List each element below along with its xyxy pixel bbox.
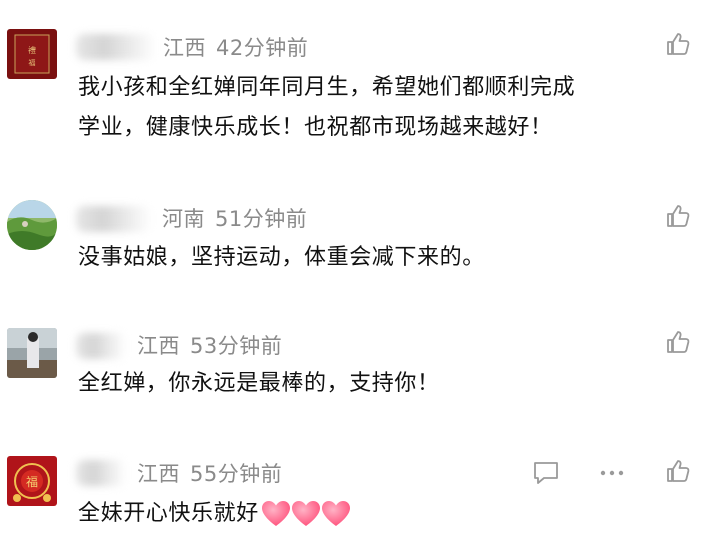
blurred-username — [76, 333, 126, 359]
blurred-username — [76, 206, 152, 232]
svg-text:禮: 禮 — [28, 45, 36, 55]
blurred-username — [76, 34, 156, 60]
comment-text: 我小孩和全红婵同年同月生，希望她们都顺利完成 学业，健康快乐成长！也祝都市现场越… — [78, 68, 575, 148]
avatar[interactable] — [7, 200, 57, 250]
heart-emoji-group — [261, 494, 351, 534]
heart-emoji — [261, 501, 290, 526]
region-label: 江西 — [163, 36, 206, 60]
region-label: 江西 — [137, 462, 180, 486]
comment-text-line: 学业，健康快乐成长！也祝都市现场越来越好！ — [78, 115, 553, 140]
region-label: 河南 — [162, 207, 205, 231]
thumb-up-icon[interactable] — [664, 202, 692, 230]
timestamp: 42分钟前 — [216, 36, 309, 60]
thumb-up-icon[interactable] — [664, 30, 692, 58]
timestamp: 53分钟前 — [190, 334, 283, 358]
timestamp: 51分钟前 — [215, 207, 308, 231]
blurred-username — [76, 460, 126, 486]
comment-meta: 江西 53分钟前 — [137, 330, 282, 360]
comment-text-line: 全妹开心快乐就好 — [78, 501, 259, 526]
avatar[interactable]: 禮 福 — [7, 29, 57, 79]
heart-emoji — [291, 501, 320, 526]
comment-meta: 河南 51分钟前 — [162, 203, 307, 233]
avatar[interactable]: 福 — [7, 456, 57, 506]
comment-meta: 江西 55分钟前 — [137, 458, 282, 488]
thumb-up-icon[interactable] — [664, 328, 692, 356]
region-label: 江西 — [137, 334, 180, 358]
thumb-up-icon[interactable] — [664, 457, 692, 485]
comment-meta: 江西 42分钟前 — [163, 32, 308, 62]
comment-text-line: 我小孩和全红婵同年同月生，希望她们都顺利完成 — [78, 75, 576, 100]
avatar[interactable] — [7, 328, 57, 378]
svg-text:福: 福 — [29, 58, 36, 67]
reply-icon[interactable] — [531, 459, 561, 487]
more-icon[interactable] — [597, 459, 627, 487]
comment-text-line: 没事姑娘，坚持运动，体重会减下来的。 — [78, 245, 485, 270]
svg-text:福: 福 — [26, 474, 38, 489]
comment-text: 没事姑娘，坚持运动，体重会减下来的。 — [78, 238, 485, 278]
comment-text-line: 全红婵，你永远是最棒的，支持你！ — [78, 371, 440, 396]
comment-text: 全妹开心快乐就好 — [78, 494, 351, 534]
timestamp: 55分钟前 — [190, 462, 283, 486]
heart-emoji — [321, 501, 350, 526]
comment-text: 全红婵，你永远是最棒的，支持你！ — [78, 364, 440, 404]
